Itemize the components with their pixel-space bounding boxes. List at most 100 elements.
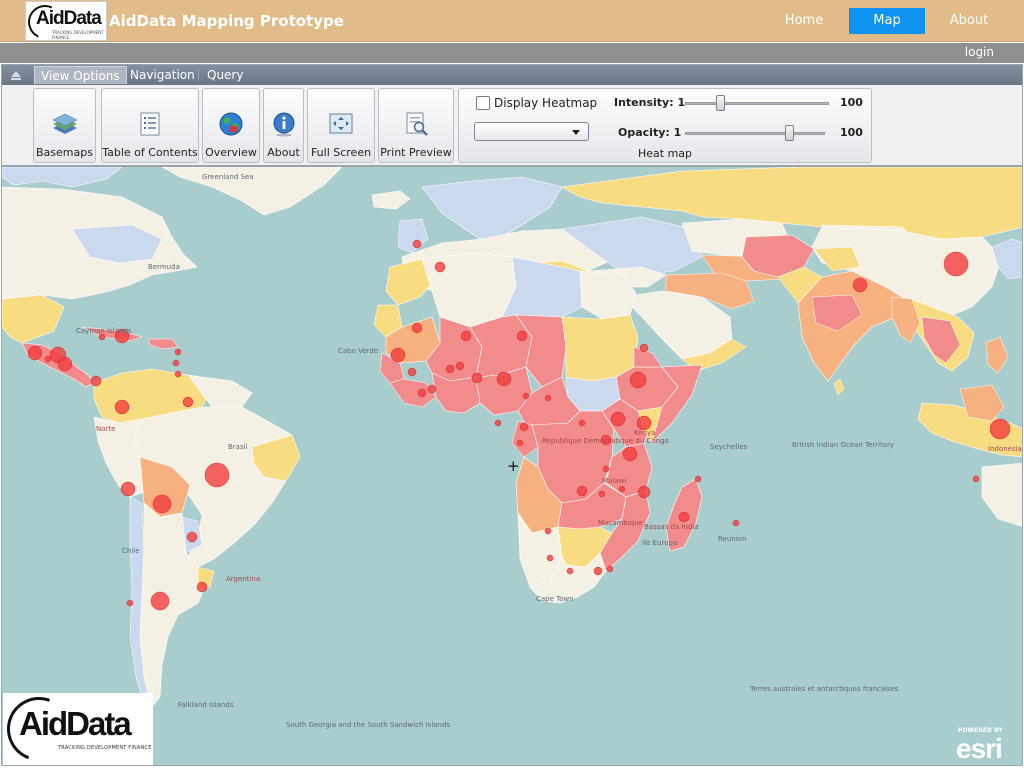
login-link[interactable]: login bbox=[965, 45, 994, 59]
label-mozambique: Mocambique bbox=[598, 519, 643, 527]
tab-query[interactable]: Query bbox=[201, 66, 249, 84]
project-marker[interactable] bbox=[678, 511, 690, 523]
project-marker[interactable] bbox=[44, 355, 52, 363]
aiddata-logo[interactable]: AidData TRACKING DEVELOPMENT FINANCE bbox=[23, 0, 107, 44]
overview-button[interactable]: Overview bbox=[202, 88, 260, 163]
overview-label: Overview bbox=[205, 146, 257, 159]
project-marker[interactable] bbox=[152, 494, 172, 514]
table-of-contents-button[interactable]: Table of Contents bbox=[101, 88, 199, 163]
tab-divider bbox=[198, 69, 199, 81]
project-marker[interactable] bbox=[455, 361, 465, 371]
tab-navigation[interactable]: Navigation bbox=[124, 66, 201, 84]
tab-view-options[interactable]: View Options bbox=[34, 66, 127, 84]
project-marker[interactable] bbox=[204, 462, 230, 488]
label-congo: Republique Democratique du Congo bbox=[542, 437, 669, 445]
project-marker[interactable] bbox=[196, 581, 208, 593]
project-marker[interactable] bbox=[434, 261, 446, 273]
label-bermuda: Bermuda bbox=[148, 263, 180, 271]
world-map[interactable]: Greenland Sea Bermuda Cayman Islands Cab… bbox=[1, 166, 1023, 766]
project-marker[interactable] bbox=[411, 322, 423, 334]
esri-logo[interactable]: POWERED BY esri bbox=[954, 727, 1018, 764]
project-marker[interactable] bbox=[606, 565, 614, 573]
label-british-indian-ocean-territory: British Indian Ocean Territory bbox=[792, 441, 895, 449]
label-indonesia: Indonesia bbox=[988, 445, 1022, 453]
project-marker[interactable] bbox=[694, 475, 702, 483]
basemaps-button[interactable]: Basemaps bbox=[33, 88, 96, 163]
project-marker[interactable] bbox=[639, 343, 649, 353]
label-norte: Norte bbox=[96, 425, 116, 433]
project-marker[interactable] bbox=[943, 251, 969, 277]
intensity-slider-thumb[interactable] bbox=[716, 95, 725, 111]
label-terres-australes: Terres australes et antarctiques francai… bbox=[750, 685, 899, 693]
project-marker[interactable] bbox=[174, 370, 182, 378]
project-marker[interactable] bbox=[407, 367, 417, 377]
label-malawi: Malawi bbox=[602, 477, 627, 485]
project-marker[interactable] bbox=[496, 371, 512, 387]
map-logo-wordmark: AidData bbox=[19, 705, 132, 742]
project-marker[interactable] bbox=[602, 465, 610, 473]
project-marker[interactable] bbox=[593, 566, 603, 576]
project-marker[interactable] bbox=[566, 567, 574, 575]
project-marker[interactable] bbox=[27, 345, 43, 361]
project-marker[interactable] bbox=[471, 372, 483, 384]
about-button[interactable]: About bbox=[263, 88, 304, 163]
project-marker[interactable] bbox=[412, 239, 422, 249]
project-marker[interactable] bbox=[989, 418, 1011, 440]
project-marker[interactable] bbox=[732, 519, 740, 527]
project-marker[interactable] bbox=[460, 330, 472, 342]
heatmap-layer-select[interactable] bbox=[474, 122, 589, 141]
nav-home-link[interactable]: Home bbox=[776, 8, 832, 34]
project-marker[interactable] bbox=[610, 411, 626, 427]
heatmap-group-label: Heat map bbox=[637, 147, 693, 160]
project-marker[interactable] bbox=[972, 475, 980, 483]
project-marker[interactable] bbox=[186, 531, 198, 543]
nav-about-link[interactable]: About bbox=[944, 8, 994, 34]
project-marker[interactable] bbox=[544, 394, 552, 402]
project-marker[interactable] bbox=[494, 419, 502, 427]
intensity-label: Intensity: 1 bbox=[614, 96, 686, 109]
project-marker[interactable] bbox=[114, 399, 130, 415]
project-marker[interactable] bbox=[618, 485, 626, 493]
info-icon bbox=[273, 112, 294, 137]
project-marker[interactable] bbox=[417, 388, 427, 398]
project-marker[interactable] bbox=[578, 419, 586, 427]
project-marker[interactable] bbox=[629, 371, 647, 389]
project-marker[interactable] bbox=[150, 591, 170, 611]
project-marker[interactable] bbox=[516, 330, 528, 342]
project-marker[interactable] bbox=[622, 446, 638, 462]
project-marker[interactable] bbox=[120, 481, 136, 497]
project-marker[interactable] bbox=[519, 422, 529, 432]
label-falkland-islands: Falkland Islands bbox=[178, 701, 234, 709]
collapse-toolbar-button[interactable] bbox=[6, 68, 26, 82]
project-marker[interactable] bbox=[516, 439, 524, 447]
project-marker[interactable] bbox=[174, 348, 182, 356]
label-cape-town: Cape Town bbox=[536, 595, 574, 603]
project-marker[interactable] bbox=[522, 392, 530, 400]
project-marker[interactable] bbox=[852, 277, 868, 293]
print-preview-button[interactable]: Print Preview bbox=[378, 88, 454, 163]
esri-wordmark: esri bbox=[956, 733, 1003, 764]
project-marker[interactable] bbox=[126, 599, 134, 607]
opacity-slider-thumb[interactable] bbox=[785, 125, 794, 141]
project-marker[interactable] bbox=[637, 485, 651, 499]
project-marker[interactable] bbox=[636, 415, 652, 431]
project-marker[interactable] bbox=[182, 396, 194, 408]
display-heatmap-label: Display Heatmap bbox=[494, 96, 598, 110]
project-marker[interactable] bbox=[544, 527, 552, 535]
project-marker[interactable] bbox=[172, 359, 180, 367]
project-marker[interactable] bbox=[57, 356, 73, 372]
project-marker[interactable] bbox=[390, 347, 406, 363]
project-marker[interactable] bbox=[576, 485, 588, 497]
project-marker[interactable] bbox=[427, 384, 437, 394]
project-marker[interactable] bbox=[90, 375, 102, 387]
project-marker[interactable] bbox=[546, 554, 554, 562]
opacity-slider-track[interactable] bbox=[685, 132, 825, 135]
crosshair-cursor-icon: + bbox=[507, 457, 520, 475]
display-heatmap-checkbox[interactable] bbox=[476, 96, 490, 110]
project-marker[interactable] bbox=[598, 490, 606, 498]
project-marker[interactable] bbox=[445, 364, 455, 374]
intensity-slider-track[interactable] bbox=[685, 102, 829, 105]
label-reunion: Reunion bbox=[718, 535, 747, 543]
nav-map-link[interactable]: Map bbox=[849, 8, 925, 34]
full-screen-button[interactable]: Full Screen bbox=[307, 88, 375, 163]
